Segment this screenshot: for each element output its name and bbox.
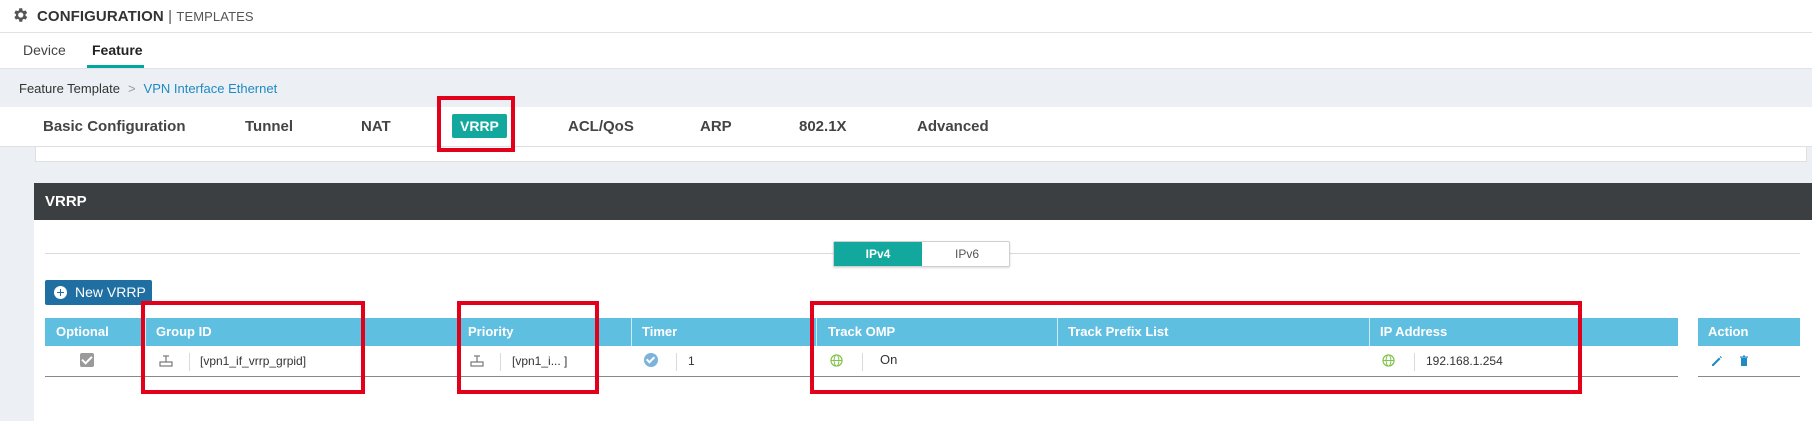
ip-address-value[interactable]: 192.168.1.254 (1426, 354, 1503, 368)
header-separator (1057, 318, 1058, 346)
optional-checkbox[interactable] (80, 353, 94, 367)
col-action: Action (1708, 324, 1749, 339)
cell-separator (676, 353, 677, 371)
tab-basic-configuration[interactable]: Basic Configuration (43, 118, 186, 135)
vrrp-panel-header: VRRP (34, 183, 1812, 220)
tab-feature[interactable]: Feature (92, 42, 143, 58)
tab-nat[interactable]: NAT (361, 118, 391, 135)
row-bottom-border (45, 376, 1678, 377)
new-vrrp-button[interactable]: New VRRP (45, 280, 152, 305)
cell-separator (189, 353, 190, 371)
col-track-prefix-list[interactable]: Track Prefix List (1068, 324, 1168, 339)
col-group-id[interactable]: Group ID (156, 324, 212, 339)
gear-icon (14, 8, 28, 22)
ipv4-option[interactable]: IPv4 (834, 242, 922, 266)
tab-vrrp[interactable]: VRRP (452, 114, 507, 138)
header-separator (458, 318, 459, 346)
default-check-icon (644, 353, 658, 367)
cell-separator (1414, 353, 1415, 371)
page-title: CONFIGURATION | TEMPLATES (37, 8, 254, 25)
header-separator (145, 318, 146, 346)
tab-advanced[interactable]: Advanced (917, 118, 989, 135)
vrrp-panel-title: VRRP (45, 193, 87, 210)
ip-version-toggle: IPv4 IPv6 (833, 241, 1010, 267)
breadcrumb: Feature Template > VPN Interface Ethernet (19, 81, 277, 96)
priority-value[interactable]: [vpn1_i... ] (512, 354, 567, 368)
device-specific-icon (159, 355, 173, 367)
page-title-main: CONFIGURATION (37, 8, 164, 25)
tab-device[interactable]: Device (23, 42, 66, 58)
top-bar: CONFIGURATION | TEMPLATES (0, 0, 1812, 33)
breadcrumb-current[interactable]: VPN Interface Ethernet (144, 81, 278, 96)
cell-separator (500, 353, 501, 371)
globe-icon (830, 354, 843, 367)
ipv6-option[interactable]: IPv6 (923, 242, 1011, 266)
col-track-omp[interactable]: Track OMP (828, 324, 895, 339)
new-vrrp-label: New VRRP (75, 284, 146, 300)
breadcrumb-root[interactable]: Feature Template (19, 81, 120, 96)
col-priority[interactable]: Priority (468, 324, 514, 339)
row-bottom-border (1698, 376, 1800, 377)
plus-circle-icon (54, 286, 67, 299)
page-title-separator: | (168, 8, 173, 25)
tab-8021x[interactable]: 802.1X (799, 118, 847, 135)
header-separator (1369, 318, 1370, 346)
device-specific-icon (470, 355, 484, 367)
tab-arp[interactable]: ARP (700, 118, 732, 135)
sub-navigation: Device Feature (0, 33, 1812, 69)
header-separator (631, 318, 632, 346)
edit-icon[interactable] (1711, 355, 1723, 367)
timer-value[interactable]: 1 (688, 354, 695, 368)
tab-acl-qos[interactable]: ACL/QoS (568, 118, 634, 135)
delete-icon[interactable] (1738, 355, 1750, 367)
col-ip-address[interactable]: IP Address (1380, 324, 1447, 339)
track-omp-value[interactable]: On (880, 352, 897, 367)
col-timer[interactable]: Timer (642, 324, 677, 339)
page-title-sub: TEMPLATES (176, 9, 254, 24)
group-id-value[interactable]: [vpn1_if_vrrp_grpid] (200, 354, 306, 368)
header-separator (816, 318, 817, 346)
active-tab-indicator (87, 65, 144, 68)
tab-tunnel[interactable]: Tunnel (245, 118, 293, 135)
breadcrumb-arrow: > (127, 81, 136, 96)
col-optional: Optional (56, 324, 109, 339)
globe-icon (1382, 354, 1395, 367)
cell-separator (862, 353, 863, 371)
tab-content-strip (35, 147, 1807, 162)
vrrp-panel: VRRP (34, 183, 1812, 421)
section-tabs: Basic Configuration Tunnel NAT VRRP ACL/… (0, 107, 1812, 147)
